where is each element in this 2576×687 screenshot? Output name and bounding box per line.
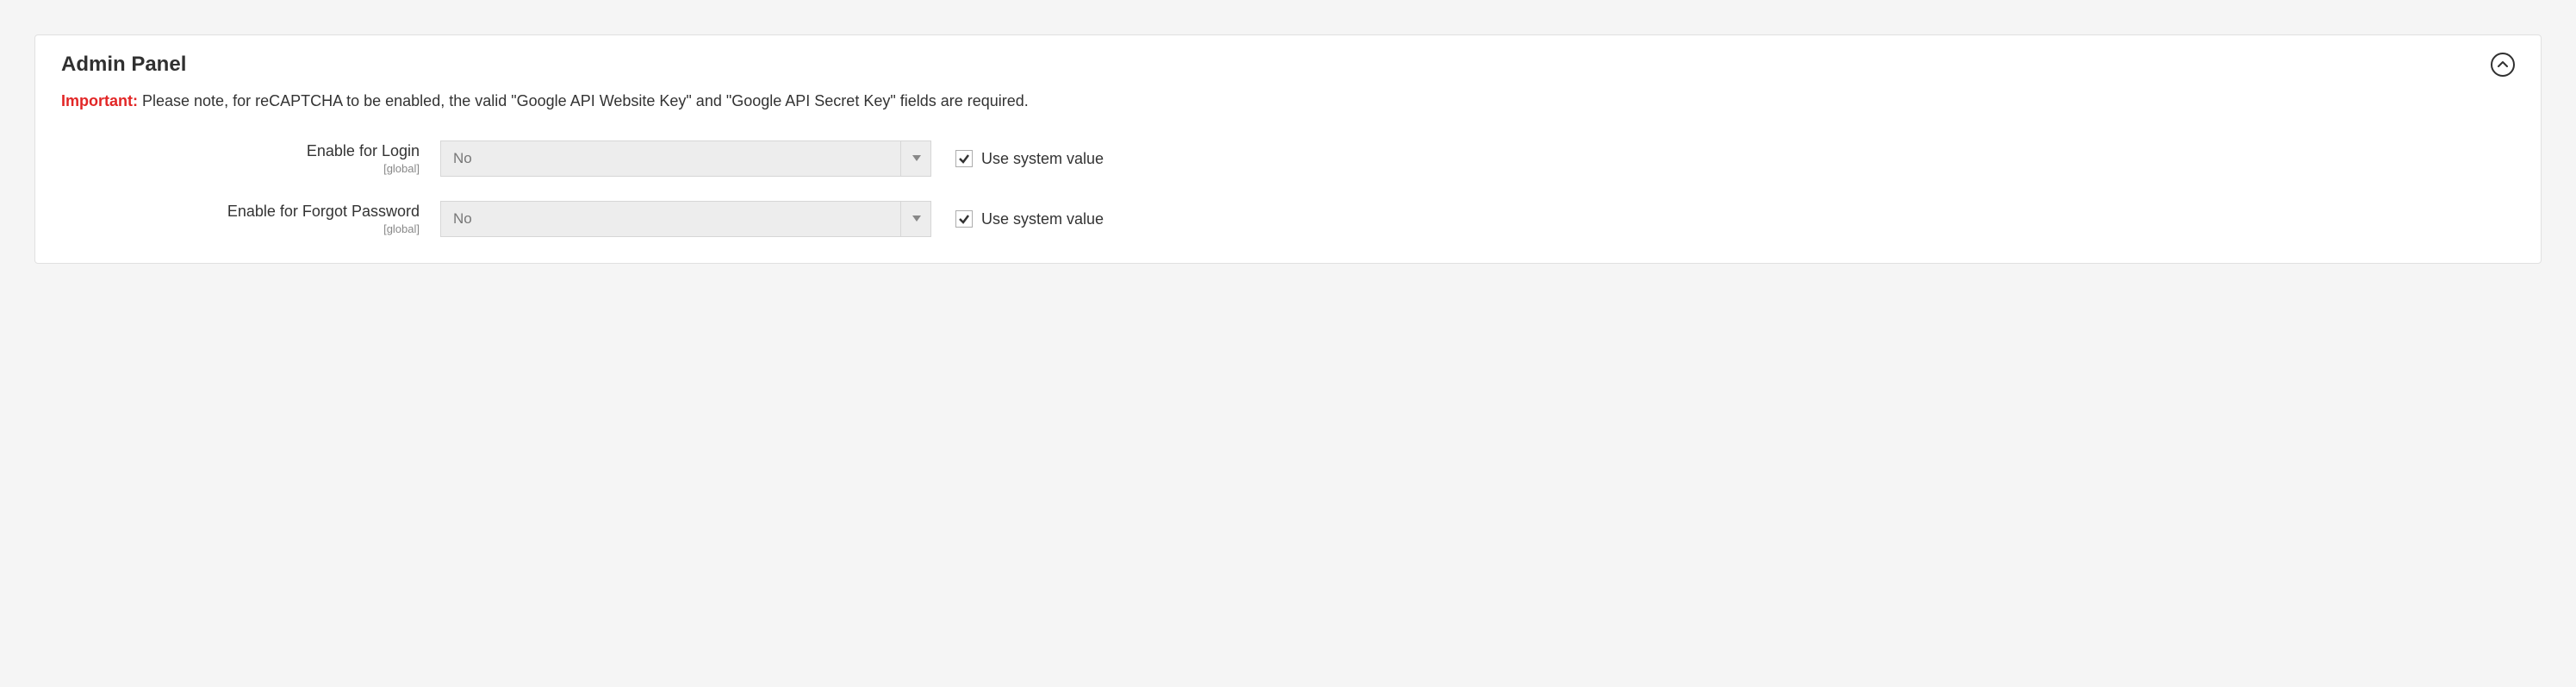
checkmark-icon [958, 153, 970, 165]
checkbox-box [955, 210, 973, 228]
caret-down-icon [912, 155, 921, 162]
label-column: Enable for Forgot Password [global] [61, 203, 440, 235]
enable-login-select[interactable]: No [440, 141, 931, 177]
field-label-login: Enable for Login [61, 142, 420, 160]
form-row-enable-forgot-password: Enable for Forgot Password [global] No U… [61, 201, 2515, 237]
checkbox-box [955, 150, 973, 167]
select-arrow [900, 201, 931, 237]
input-column: No [440, 141, 931, 177]
checkbox-column: Use system value [931, 150, 1104, 168]
checkbox-column: Use system value [931, 210, 1104, 228]
panel-title: Admin Panel [61, 53, 186, 77]
admin-panel-section: Admin Panel Important: Please note, for … [34, 34, 2542, 264]
chevron-up-icon [2498, 59, 2508, 70]
field-scope-forgot: [global] [61, 222, 420, 235]
use-system-value-login-checkbox[interactable]: Use system value [955, 150, 1104, 168]
select-value: No [440, 141, 931, 177]
form-row-enable-login: Enable for Login [global] No Use system … [61, 141, 2515, 177]
checkbox-label: Use system value [981, 210, 1104, 228]
notice-important-label: Important: [61, 92, 138, 109]
panel-header: Admin Panel [61, 53, 2515, 77]
input-column: No [440, 201, 931, 237]
collapse-toggle-button[interactable] [2491, 53, 2515, 77]
label-column: Enable for Login [global] [61, 142, 440, 175]
field-label-forgot: Enable for Forgot Password [61, 203, 420, 221]
checkmark-icon [958, 213, 970, 225]
enable-forgot-password-select[interactable]: No [440, 201, 931, 237]
caret-down-icon [912, 215, 921, 222]
field-scope-login: [global] [61, 162, 420, 175]
panel-notice: Important: Please note, for reCAPTCHA to… [61, 92, 2515, 110]
select-value: No [440, 201, 931, 237]
use-system-value-forgot-checkbox[interactable]: Use system value [955, 210, 1104, 228]
notice-text: Please note, for reCAPTCHA to be enabled… [138, 92, 1029, 109]
select-arrow [900, 141, 931, 177]
checkbox-label: Use system value [981, 150, 1104, 168]
